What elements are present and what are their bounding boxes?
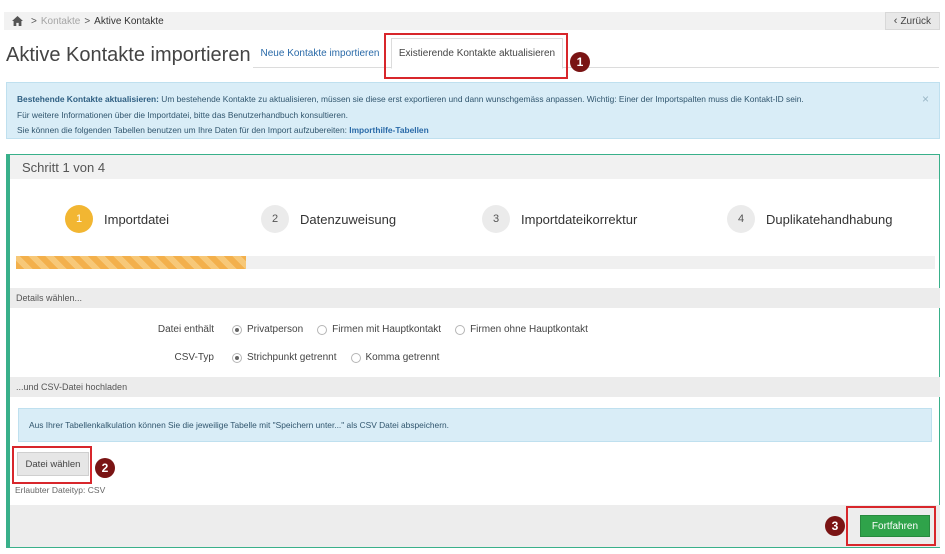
radio-strichpunkt-getrennt[interactable]: Strichpunkt getrennt xyxy=(232,352,337,363)
radio-komma-getrennt[interactable]: Komma getrennt xyxy=(350,352,440,363)
info-line-3: Sie können die folgenden Tabellen benutz… xyxy=(17,123,929,139)
radio-label: Firmen ohne Hauptkontakt xyxy=(470,324,588,335)
radio-label: Privatperson xyxy=(247,324,304,335)
breadcrumb-parent-link[interactable]: Kontakte xyxy=(41,16,80,27)
annotation-highlight-3 xyxy=(846,506,936,546)
wizard-footer: Fortfahren xyxy=(10,505,940,547)
radio-label: Komma getrennt xyxy=(365,352,440,363)
annotation-highlight-1 xyxy=(384,33,568,79)
info-strong: Bestehende Kontakte aktualisieren: xyxy=(17,94,159,104)
file-contains-row: Datei enthält Privatperson Firmen mit Ha… xyxy=(10,324,602,335)
step-label: Duplikatehandhabung xyxy=(766,211,893,227)
info-line-1: Bestehende Kontakte aktualisieren: Um be… xyxy=(17,92,929,108)
back-button[interactable]: ‹ Zurück xyxy=(884,12,940,30)
annotation-marker-3: 3 xyxy=(825,516,845,536)
breadcrumb-separator: > xyxy=(84,15,91,27)
step-label: Datenzuweisung xyxy=(300,211,397,227)
wizard-step-3: 3 Importdateikorrektur xyxy=(482,205,637,233)
radio-label: Firmen mit Hauptkontakt xyxy=(332,324,442,335)
wizard-step-4: 4 Duplikatehandhabung xyxy=(727,205,893,233)
section-details-header: Details wählen... xyxy=(10,288,940,308)
annotation-marker-1: 1 xyxy=(570,52,590,72)
wizard-progress-bar xyxy=(16,256,935,269)
step-number-badge: 4 xyxy=(727,205,755,233)
file-contains-label: Datei enthält xyxy=(157,324,214,335)
tab-bar: Neue Kontakte importieren Existierende K… xyxy=(253,38,939,69)
radio-dot xyxy=(350,352,361,363)
import-help-tables-link[interactable]: Importhilfe-Tabellen xyxy=(349,125,428,135)
step-number-badge: 1 xyxy=(65,205,93,233)
radio-firmen-ohne-hauptkontakt[interactable]: Firmen ohne Hauptkontakt xyxy=(455,324,588,335)
wizard-step-1: 1 Importdatei xyxy=(65,205,169,233)
info-line-2: Für weitere Informationen über die Impor… xyxy=(17,109,349,120)
annotation-marker-2: 2 xyxy=(95,458,115,478)
home-icon[interactable] xyxy=(12,16,23,26)
progress-fill xyxy=(16,256,246,269)
top-bar: > Kontakte > Aktive Kontakte ‹ Zurück xyxy=(4,12,940,30)
step-number-badge: 2 xyxy=(261,205,289,233)
page-title: Aktive Kontakte importieren xyxy=(6,44,251,66)
wizard-step-header: Schritt 1 von 4 xyxy=(10,155,939,179)
wizard-step-2: 2 Datenzuweisung xyxy=(261,205,396,233)
section-upload-header: ...und CSV-Datei hochladen xyxy=(10,377,940,397)
csv-type-label: CSV-Typ xyxy=(174,352,214,363)
info-alert: × Bestehende Kontakte aktualisieren: Um … xyxy=(6,82,940,139)
step-number-badge: 3 xyxy=(482,205,510,233)
radio-dot xyxy=(232,324,242,335)
breadcrumb-current: Aktive Kontakte xyxy=(94,15,164,27)
csv-hint-alert: Aus Ihrer Tabellenkalkulation können Sie… xyxy=(18,408,932,442)
import-wizard-panel: Schritt 1 von 4 1 Importdatei 2 Datenzuw… xyxy=(6,154,940,548)
info-text-3: Sie können die folgenden Tabellen benutz… xyxy=(17,125,350,136)
tab-new-contacts-import[interactable]: Neue Kontakte importieren xyxy=(253,38,387,68)
allowed-file-type-note: Erlaubter Dateityp: CSV xyxy=(15,485,106,495)
radio-firmen-mit-hauptkontakt[interactable]: Firmen mit Hauptkontakt xyxy=(317,324,441,335)
step-label: Importdateikorrektur xyxy=(521,211,638,227)
back-button-label: Zurück xyxy=(900,15,931,27)
info-text-1: Um bestehende Kontakte zu aktualisieren,… xyxy=(158,94,804,104)
close-icon[interactable]: × xyxy=(922,88,929,110)
radio-privatperson[interactable]: Privatperson xyxy=(232,324,303,335)
csv-type-row: CSV-Typ Strichpunkt getrennt Komma getre… xyxy=(10,352,453,363)
radio-dot xyxy=(455,324,466,335)
annotation-highlight-2 xyxy=(12,446,92,484)
chevron-left-icon: ‹ xyxy=(893,15,898,27)
radio-dot xyxy=(232,352,242,363)
radio-dot xyxy=(317,324,328,335)
radio-label: Strichpunkt getrennt xyxy=(247,352,337,363)
breadcrumb: > Kontakte > Aktive Kontakte xyxy=(4,16,164,27)
step-label: Importdatei xyxy=(104,211,170,227)
breadcrumb-separator: > xyxy=(31,15,37,27)
